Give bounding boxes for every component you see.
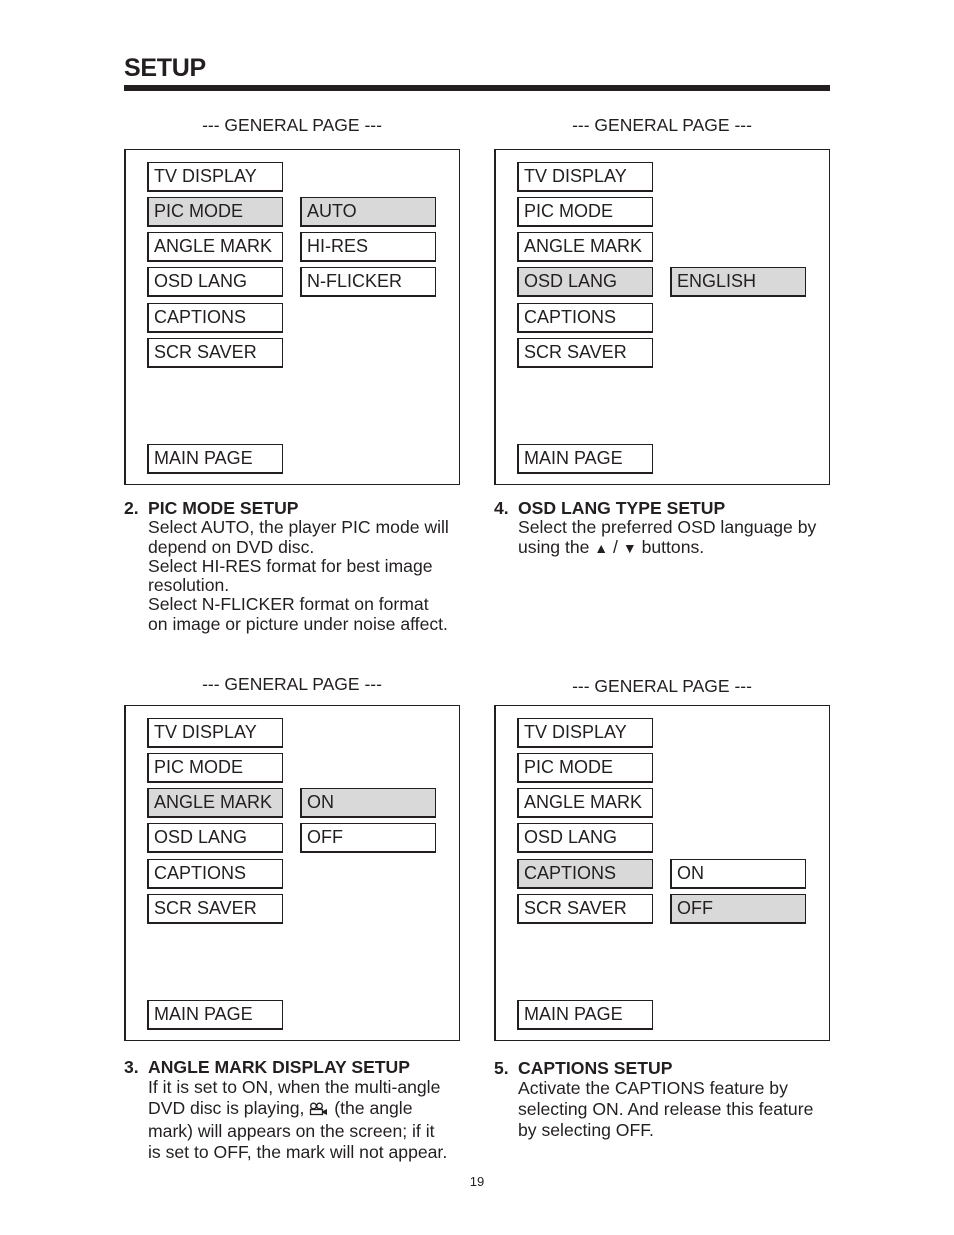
menu-item-main-page[interactable]: MAIN PAGE (147, 1000, 283, 1030)
section-number: 4. (494, 498, 509, 518)
option-n-flicker[interactable]: N-FLICKER (300, 267, 436, 297)
option-on[interactable]: ON (670, 859, 806, 889)
menu-item-main-page[interactable]: MAIN PAGE (147, 444, 283, 474)
section-line: by selecting OFF. (518, 1120, 654, 1141)
menu-item-osd-lang[interactable]: OSD LANG (147, 267, 283, 297)
section-line: using the ▲ / ▼ buttons. (494, 536, 834, 558)
menu-item-tv-display[interactable]: TV DISPLAY (517, 718, 653, 748)
section-text: (the angle (334, 1098, 413, 1119)
general-page-menu-panel: TV DISPLAY PIC MODE ANGLE MARK OSD LANG CAPT… (124, 149, 460, 485)
section-line: Select HI-RES format for best image (148, 555, 433, 576)
section-osd-lang-type-setup: 4. OSD LANG TYPE SETUP Select the prefer… (494, 498, 834, 558)
section-line: Select the preferred OSD language by (518, 517, 817, 538)
menu-item-scr-saver[interactable]: SCR SAVER (517, 894, 653, 924)
option-hi-res[interactable]: HI-RES (300, 232, 436, 262)
section-pic-mode-setup: 2. PIC MODE SETUP Select AUTO, the playe… (124, 498, 464, 634)
section-line: DVD disc is playing, (the angle (124, 1098, 464, 1121)
section-heading: OSD LANG TYPE SETUP (518, 498, 726, 518)
section-text: DVD disc is playing, (148, 1098, 305, 1119)
menu-item-osd-lang[interactable]: OSD LANG (517, 823, 653, 853)
page-title: SETUP (124, 54, 206, 82)
menu-item-angle-mark[interactable]: ANGLE MARK (147, 232, 283, 262)
option-auto[interactable]: AUTO (300, 197, 436, 227)
section-line: is set to OFF, the mark will not appear. (148, 1142, 448, 1163)
menu-item-osd-lang[interactable]: OSD LANG (147, 823, 283, 853)
section-line: mark) will appears on the screen; if it (148, 1121, 435, 1142)
menu-item-scr-saver[interactable]: SCR SAVER (147, 894, 283, 924)
menu-item-main-page[interactable]: MAIN PAGE (517, 1000, 653, 1030)
menu-item-angle-mark[interactable]: ANGLE MARK (147, 788, 283, 818)
menu-item-angle-mark[interactable]: ANGLE MARK (517, 788, 653, 818)
section-number: 5. (494, 1058, 509, 1078)
down-arrow-icon: ▼ (622, 539, 637, 556)
menu-item-captions[interactable]: CAPTIONS (147, 303, 283, 333)
section-line: selecting ON. And release this feature (518, 1099, 814, 1120)
menu-item-main-page[interactable]: MAIN PAGE (517, 444, 653, 474)
section-line: If it is set to ON, when the multi-angle (148, 1077, 441, 1098)
section-line: Select AUTO, the player PIC mode will (148, 517, 449, 538)
section-line: Select N-FLICKER format on format (148, 594, 429, 615)
general-page-menu-panel: TV DISPLAY PIC MODE ANGLE MARK OSD LANG CAPT… (494, 705, 830, 1041)
section-heading: CAPTIONS SETUP (518, 1058, 673, 1078)
section-heading: ANGLE MARK DISPLAY SETUP (148, 1057, 410, 1077)
slash-separator: / (613, 536, 618, 557)
section-line: on image or picture under noise affect. (148, 613, 448, 634)
section-number: 2. (124, 498, 139, 518)
menu-item-tv-display[interactable]: TV DISPLAY (517, 162, 653, 192)
menu-item-captions[interactable]: CAPTIONS (517, 859, 653, 889)
section-line: Activate the CAPTIONS feature by (518, 1078, 788, 1099)
option-off[interactable]: OFF (300, 823, 436, 853)
up-arrow-icon: ▲ (594, 539, 609, 556)
menu-item-scr-saver[interactable]: SCR SAVER (517, 338, 653, 368)
menu-item-osd-lang[interactable]: OSD LANG (517, 267, 653, 297)
option-english[interactable]: ENGLISH (670, 267, 806, 297)
menu-item-pic-mode[interactable]: PIC MODE (517, 753, 653, 783)
section-text: using the (518, 536, 590, 557)
section-line: resolution. (148, 575, 230, 596)
panel-caption: --- GENERAL PAGE --- (202, 674, 382, 694)
section-captions-setup: 5. CAPTIONS SETUP Activate the CAPTIONS … (494, 1058, 834, 1141)
section-angle-mark-display-setup: 3. ANGLE MARK DISPLAY SETUP If it is set… (124, 1057, 464, 1163)
section-heading: PIC MODE SETUP (148, 498, 299, 518)
menu-item-pic-mode[interactable]: PIC MODE (147, 753, 283, 783)
menu-item-scr-saver[interactable]: SCR SAVER (147, 338, 283, 368)
menu-item-captions[interactable]: CAPTIONS (517, 303, 653, 333)
angle-mark-icon (309, 1100, 329, 1121)
menu-item-pic-mode[interactable]: PIC MODE (517, 197, 653, 227)
option-on[interactable]: ON (300, 788, 436, 818)
section-number: 3. (124, 1057, 139, 1077)
page-number: 19 (469, 1174, 485, 1189)
menu-item-angle-mark[interactable]: ANGLE MARK (517, 232, 653, 262)
section-text: buttons. (641, 536, 705, 557)
panel-caption: --- GENERAL PAGE --- (572, 115, 752, 135)
panel-caption: --- GENERAL PAGE --- (572, 676, 752, 696)
menu-item-pic-mode[interactable]: PIC MODE (147, 197, 283, 227)
section-line: depend on DVD disc. (148, 536, 315, 557)
general-page-menu-panel: TV DISPLAY PIC MODE ANGLE MARK OSD LANG CAPT… (494, 149, 830, 485)
menu-item-captions[interactable]: CAPTIONS (147, 859, 283, 889)
general-page-menu-panel: TV DISPLAY PIC MODE ANGLE MARK OSD LANG CAPT… (124, 705, 460, 1041)
menu-item-tv-display[interactable]: TV DISPLAY (147, 162, 283, 192)
menu-item-tv-display[interactable]: TV DISPLAY (147, 718, 283, 748)
title-rule (124, 85, 830, 91)
option-off[interactable]: OFF (670, 894, 806, 924)
panel-caption: --- GENERAL PAGE --- (202, 115, 382, 135)
